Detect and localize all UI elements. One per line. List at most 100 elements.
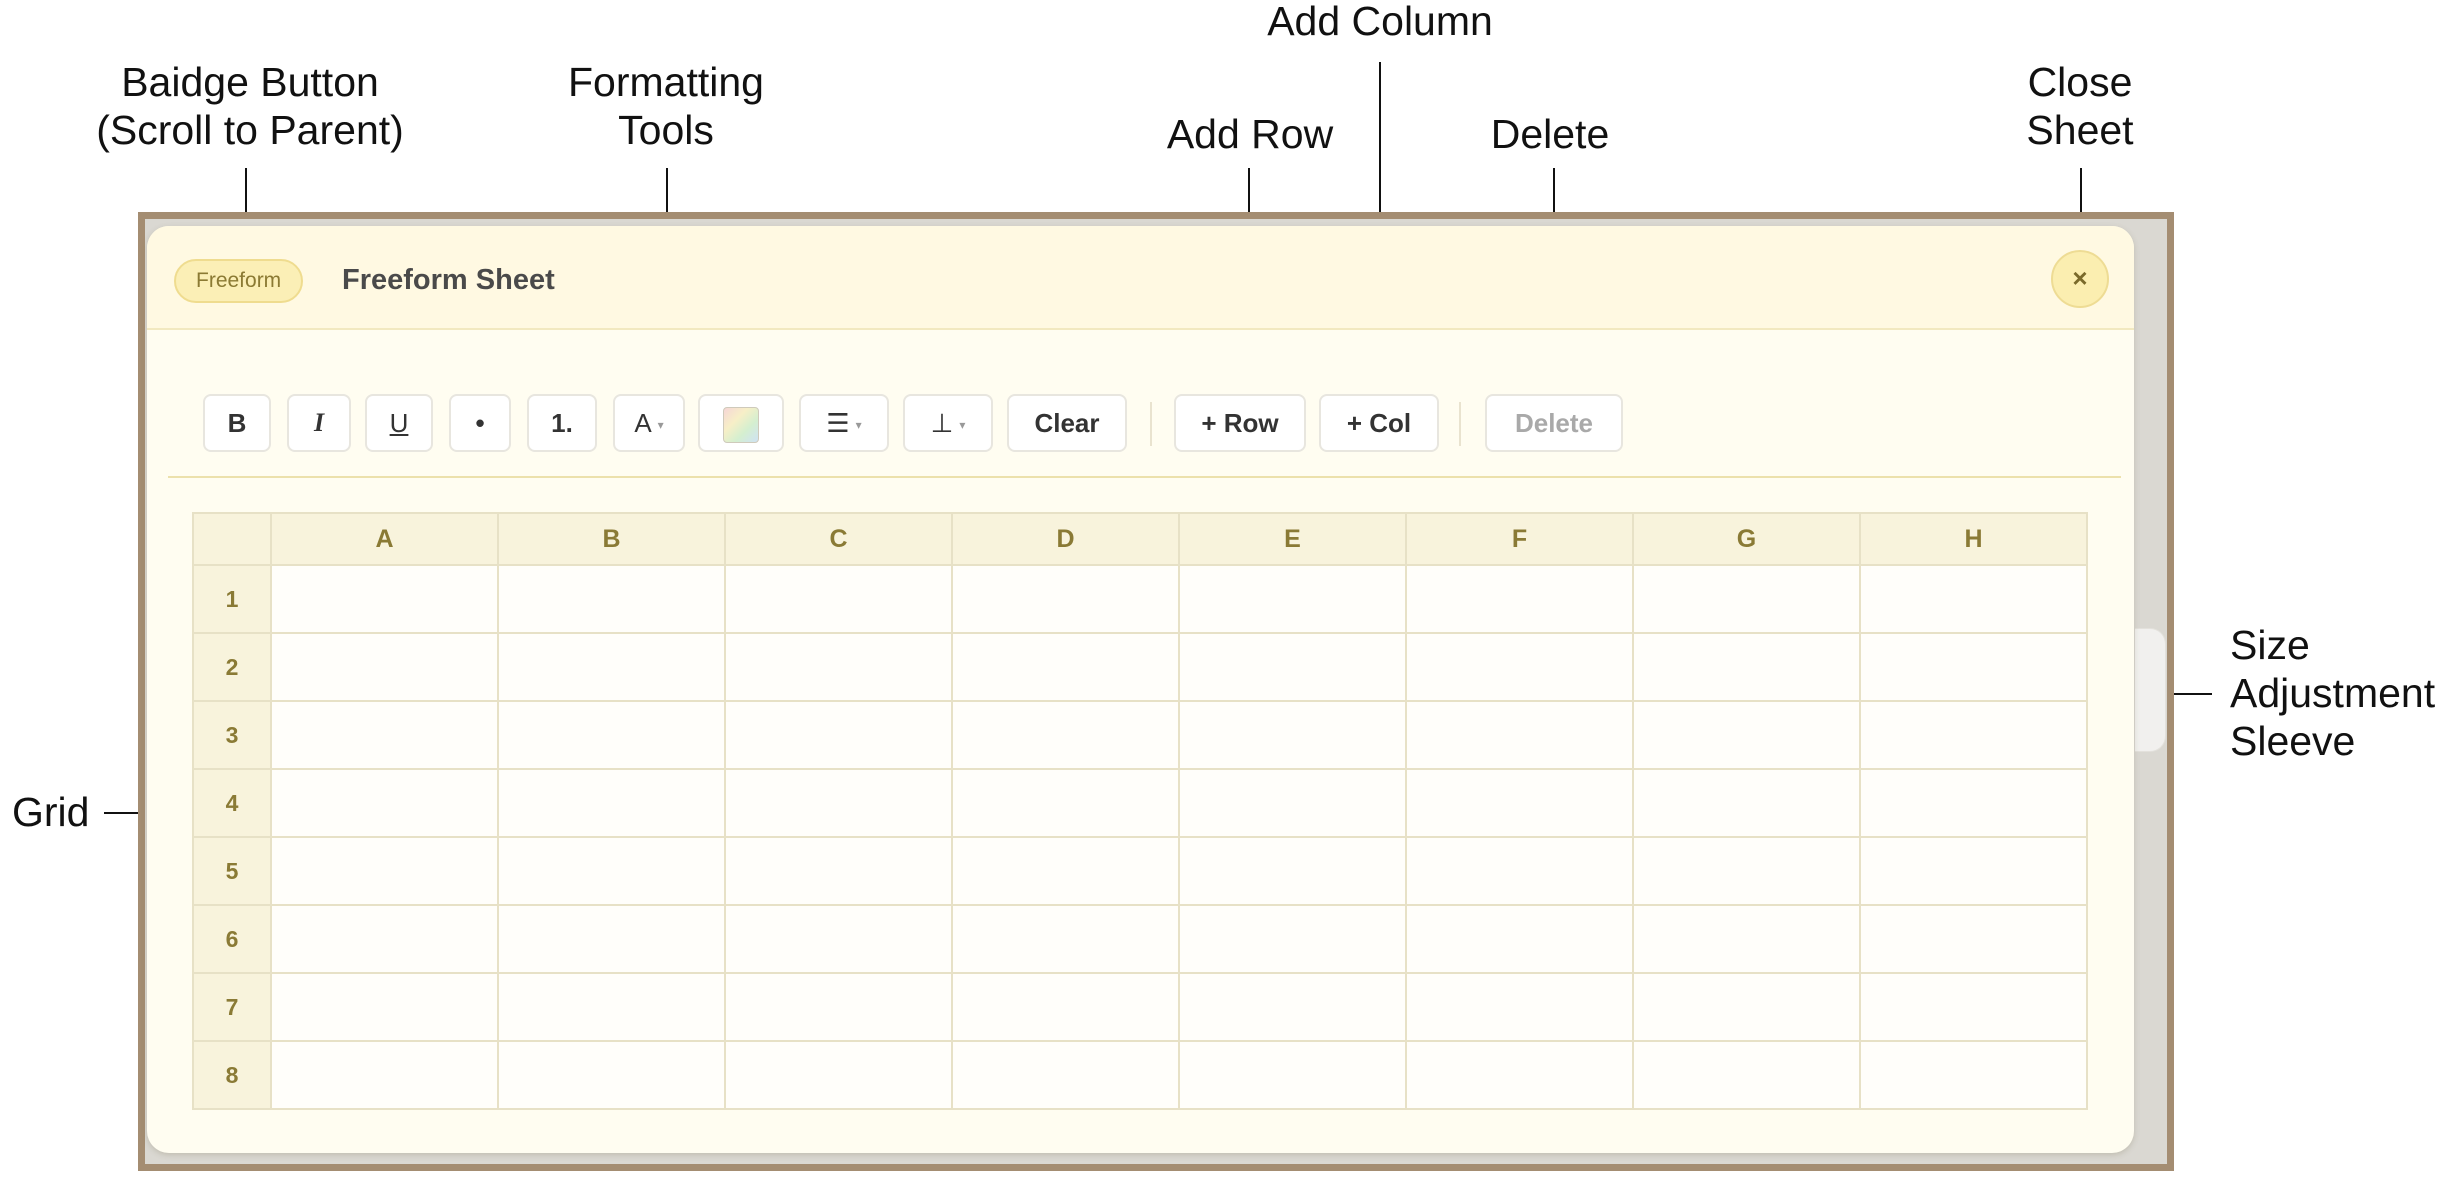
- grid-cell-d2[interactable]: [951, 632, 1180, 702]
- grid-cell-b1[interactable]: [497, 564, 726, 634]
- grid-cell-e8[interactable]: [1178, 1040, 1407, 1110]
- grid-cell-a1[interactable]: [270, 564, 499, 634]
- grid-cell-g2[interactable]: [1632, 632, 1861, 702]
- grid-cell-c2[interactable]: [724, 632, 953, 702]
- grid-cell-c6[interactable]: [724, 904, 953, 974]
- row-header-5[interactable]: 5: [192, 836, 272, 906]
- grid-cell-d4[interactable]: [951, 768, 1180, 838]
- grid-cell-e6[interactable]: [1178, 904, 1407, 974]
- grid-cell-f2[interactable]: [1405, 632, 1634, 702]
- column-header-c[interactable]: C: [724, 512, 953, 566]
- grid-cell-b2[interactable]: [497, 632, 726, 702]
- column-header-f[interactable]: F: [1405, 512, 1634, 566]
- grid-cell-a5[interactable]: [270, 836, 499, 906]
- parent-badge-button[interactable]: Freeform: [174, 259, 304, 303]
- grid-cell-d1[interactable]: [951, 564, 1180, 634]
- grid-cell-h1[interactable]: [1859, 564, 2088, 634]
- grid-cell-f1[interactable]: [1405, 564, 1634, 634]
- grid-cell-c5[interactable]: [724, 836, 953, 906]
- annotation-close-line-1: Close: [2027, 59, 2133, 105]
- grid-cell-g6[interactable]: [1632, 904, 1861, 974]
- numbered-list-button[interactable]: 1.: [527, 394, 597, 452]
- grid-cell-a4[interactable]: [270, 768, 499, 838]
- grid-cell-e3[interactable]: [1178, 700, 1407, 770]
- grid-cell-g7[interactable]: [1632, 972, 1861, 1042]
- grid-cell-b5[interactable]: [497, 836, 726, 906]
- row-header-3[interactable]: 3: [192, 700, 272, 770]
- grid-cell-b6[interactable]: [497, 904, 726, 974]
- grid-cell-a8[interactable]: [270, 1040, 499, 1110]
- grid-cell-h8[interactable]: [1859, 1040, 2088, 1110]
- row-header-1[interactable]: 1: [192, 564, 272, 634]
- vertical-align-dropdown[interactable]: ⊥ ▾: [903, 394, 993, 452]
- row-header-6[interactable]: 6: [192, 904, 272, 974]
- annotation-delete: Delete: [1490, 111, 1610, 157]
- grid-cell-a2[interactable]: [270, 632, 499, 702]
- grid-cell-b3[interactable]: [497, 700, 726, 770]
- grid-cell-d5[interactable]: [951, 836, 1180, 906]
- grid-cell-f5[interactable]: [1405, 836, 1634, 906]
- grid-cell-d3[interactable]: [951, 700, 1180, 770]
- column-header-e[interactable]: E: [1178, 512, 1407, 566]
- close-sheet-button[interactable]: ×: [2051, 250, 2109, 308]
- grid-cell-e1[interactable]: [1178, 564, 1407, 634]
- grid-cell-c3[interactable]: [724, 700, 953, 770]
- column-header-g[interactable]: G: [1632, 512, 1861, 566]
- underline-button[interactable]: U: [365, 394, 433, 452]
- grid-cell-a3[interactable]: [270, 700, 499, 770]
- delete-button[interactable]: Delete: [1485, 394, 1623, 452]
- grid-cell-a7[interactable]: [270, 972, 499, 1042]
- grid-cell-h7[interactable]: [1859, 972, 2088, 1042]
- row-header-7[interactable]: 7: [192, 972, 272, 1042]
- color-picker-button[interactable]: [698, 394, 784, 452]
- grid-cell-g3[interactable]: [1632, 700, 1861, 770]
- grid-cell-c4[interactable]: [724, 768, 953, 838]
- grid-cell-d7[interactable]: [951, 972, 1180, 1042]
- grid-cell-g8[interactable]: [1632, 1040, 1861, 1110]
- column-header-d[interactable]: D: [951, 512, 1180, 566]
- row-header-8[interactable]: 8: [192, 1040, 272, 1110]
- bullet-list-button[interactable]: •: [449, 394, 511, 452]
- grid-cell-b4[interactable]: [497, 768, 726, 838]
- column-header-b[interactable]: B: [497, 512, 726, 566]
- grid-cell-b7[interactable]: [497, 972, 726, 1042]
- grid-cell-f4[interactable]: [1405, 768, 1634, 838]
- column-header-a[interactable]: A: [270, 512, 499, 566]
- grid-cell-f3[interactable]: [1405, 700, 1634, 770]
- row-header-2[interactable]: 2: [192, 632, 272, 702]
- grid-cell-c8[interactable]: [724, 1040, 953, 1110]
- grid-cell-b8[interactable]: [497, 1040, 726, 1110]
- grid-cell-e2[interactable]: [1178, 632, 1407, 702]
- text-size-dropdown[interactable]: A ▾: [613, 394, 685, 452]
- grid-cell-h5[interactable]: [1859, 836, 2088, 906]
- annotation-sleeve-line-1: Size: [2230, 622, 2310, 668]
- add-row-button[interactable]: + Row: [1174, 394, 1306, 452]
- grid-cell-e5[interactable]: [1178, 836, 1407, 906]
- grid-cell-h4[interactable]: [1859, 768, 2088, 838]
- align-dropdown[interactable]: ☰ ▾: [799, 394, 889, 452]
- grid-cell-c7[interactable]: [724, 972, 953, 1042]
- column-header-h[interactable]: H: [1859, 512, 2088, 566]
- italic-button[interactable]: I: [287, 394, 351, 452]
- grid-cell-e4[interactable]: [1178, 768, 1407, 838]
- grid-cell-g4[interactable]: [1632, 768, 1861, 838]
- clear-button[interactable]: Clear: [1007, 394, 1127, 452]
- grid-cell-c1[interactable]: [724, 564, 953, 634]
- grid-cell-f8[interactable]: [1405, 1040, 1634, 1110]
- grid-cell-h2[interactable]: [1859, 632, 2088, 702]
- grid-cell-g5[interactable]: [1632, 836, 1861, 906]
- grid-cell-e7[interactable]: [1178, 972, 1407, 1042]
- row-header-4[interactable]: 4: [192, 768, 272, 838]
- grid-cell-a6[interactable]: [270, 904, 499, 974]
- grid-cell-f7[interactable]: [1405, 972, 1634, 1042]
- grid-cell-g1[interactable]: [1632, 564, 1861, 634]
- grid-cell-h3[interactable]: [1859, 700, 2088, 770]
- toolbar-divider: [168, 476, 2121, 478]
- grid-cell-d6[interactable]: [951, 904, 1180, 974]
- size-adjustment-sleeve[interactable]: [2135, 628, 2166, 752]
- grid-cell-d8[interactable]: [951, 1040, 1180, 1110]
- grid-cell-h6[interactable]: [1859, 904, 2088, 974]
- grid-cell-f6[interactable]: [1405, 904, 1634, 974]
- bold-button[interactable]: B: [203, 394, 271, 452]
- add-column-button[interactable]: + Col: [1319, 394, 1439, 452]
